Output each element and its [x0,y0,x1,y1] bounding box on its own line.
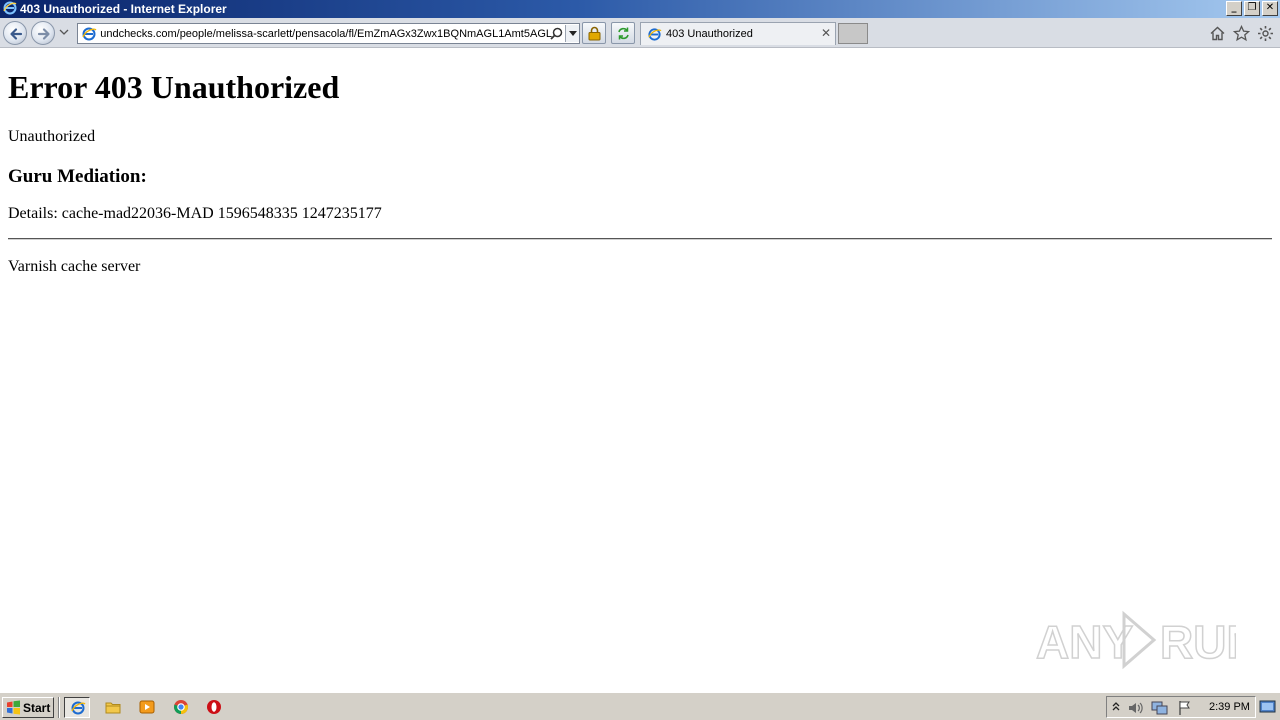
close-button[interactable]: ✕ [1262,1,1278,16]
address-dropdown-button[interactable] [565,25,579,42]
browser-toolbar: 403 Unauthorized ✕ [0,18,1280,48]
ie-logo-icon [3,1,17,18]
search-icon[interactable] [550,27,563,40]
svg-text:ANY: ANY [1036,616,1133,668]
tab-403-unauthorized[interactable]: 403 Unauthorized ✕ [640,22,836,45]
toolbar-right-icons [1209,24,1274,42]
media-player-icon [139,700,155,714]
refresh-button[interactable] [611,22,635,44]
divider [8,238,1272,240]
window-title: 403 Unauthorized - Internet Explorer [20,2,227,16]
refresh-icon [618,27,629,40]
address-bar[interactable] [77,23,580,44]
url-input[interactable] [100,26,552,42]
window-title-bar: 403 Unauthorized - Internet Explorer _ ❐… [0,0,1280,18]
internet-explorer-icon [71,701,86,715]
anyrun-watermark: ANY RUN [1036,608,1236,672]
taskbar-internet-explorer[interactable] [64,697,90,718]
show-hidden-icons-icon[interactable] [1111,700,1121,714]
window-controls: _ ❐ ✕ [1226,1,1278,16]
error-message: Unauthorized [8,128,96,145]
error-details: Details: cache-mad22036-MAD 1596548335 1… [8,205,382,222]
taskbar-chrome[interactable] [168,697,194,718]
start-label: Start [23,701,51,715]
taskbar-clock[interactable]: 2:39 PM [1209,701,1250,713]
minimize-button[interactable]: _ [1226,1,1242,16]
windows-logo-icon [7,700,20,715]
error-heading: Error 403 Unauthorized [8,69,340,105]
security-lock-button[interactable] [582,22,606,44]
history-dropdown-icon[interactable] [59,29,69,35]
chrome-icon [174,700,188,714]
system-tray: 2:39 PM [1106,696,1256,718]
taskbar-separator [58,697,60,718]
new-tab-button[interactable] [838,23,868,44]
back-arrow-icon [10,28,23,40]
action-center-flag-icon[interactable] [1177,700,1193,716]
taskbar-file-explorer[interactable] [100,697,126,718]
volume-icon[interactable] [1127,700,1143,716]
restore-button[interactable]: ❐ [1244,1,1260,16]
server-footer: Varnish cache server [8,258,141,275]
tab-ie-icon [648,28,662,41]
gear-icon[interactable] [1257,25,1274,42]
taskbar-opera[interactable] [201,697,227,718]
favorites-star-icon[interactable] [1232,24,1251,42]
network-icon[interactable] [1151,700,1169,716]
page-content: Error 403 Unauthorized Unauthorized Guru… [0,49,1280,692]
chevron-down-icon [569,31,577,36]
page-ie-icon [82,27,97,41]
tab-close-icon[interactable]: ✕ [821,26,831,40]
windows-taskbar: Start 2:39 PM [0,692,1280,720]
start-button[interactable]: Start [2,697,54,718]
anyrun-logo: ANY RUN [1036,610,1236,670]
guru-mediation-heading: Guru Mediation: [8,166,147,187]
forward-button[interactable] [31,21,55,45]
forward-arrow-icon [37,28,50,40]
opera-icon [207,700,221,714]
svg-text:RUN: RUN [1160,616,1236,668]
back-button[interactable] [3,21,27,45]
folder-icon [105,702,121,714]
lock-icon [588,26,601,41]
show-desktop-icon[interactable] [1259,698,1277,716]
tab-label: 403 Unauthorized [666,28,753,40]
taskbar-media-player[interactable] [134,697,160,718]
home-icon[interactable] [1209,25,1226,42]
